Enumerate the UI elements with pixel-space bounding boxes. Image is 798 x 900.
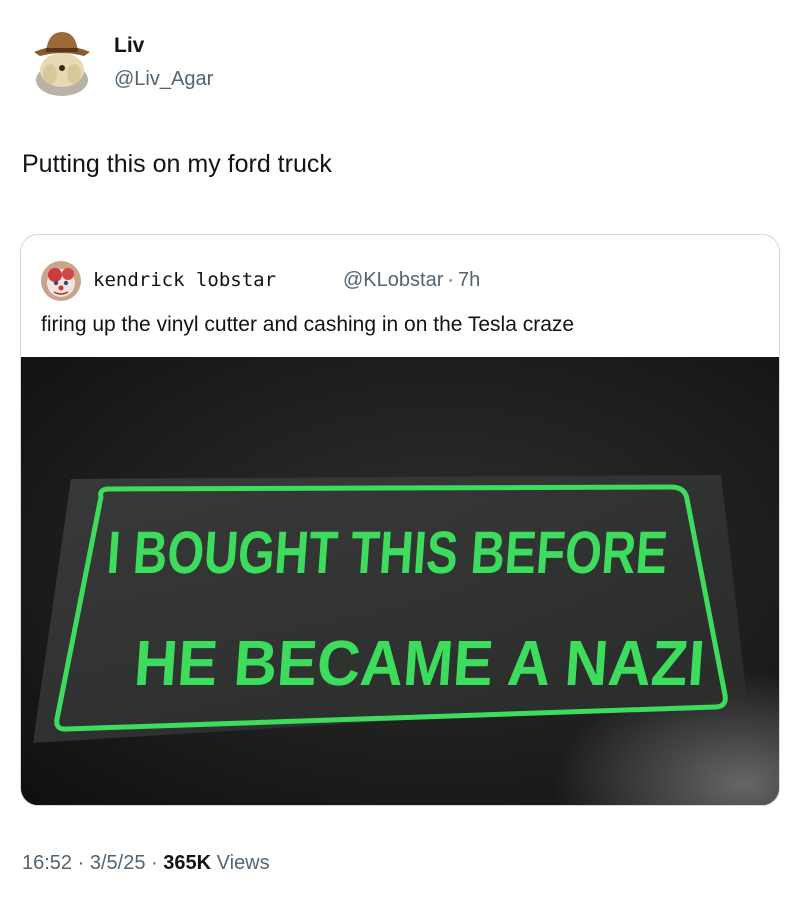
quoted-author-name[interactable]: kendrick lobstar: [93, 269, 276, 291]
quoted-tweet-photo[interactable]: I BOUGHT THIS BEFORE HE BECAME A NAZI: [21, 357, 779, 805]
sticker-line-2: HE BECAME A NAZI: [132, 627, 707, 699]
quoted-author-handle[interactable]: @KLobstar: [343, 269, 443, 291]
author-handle[interactable]: @Liv_Agar: [114, 68, 213, 91]
views-count[interactable]: 365K: [163, 852, 211, 874]
tweet-time[interactable]: 16:52: [22, 852, 72, 874]
author-name[interactable]: Liv: [114, 34, 144, 58]
timestamp-separator: ·: [77, 852, 85, 874]
dog-with-hat-avatar-icon: [22, 22, 102, 102]
tweet-text: Putting this on my ford truck: [22, 150, 332, 178]
tweet-header: Liv @Liv_Agar: [22, 22, 722, 106]
bumper-sticker-photo: I BOUGHT THIS BEFORE HE BECAME A NAZI: [21, 357, 779, 805]
quoted-author-avatar[interactable]: [41, 261, 81, 301]
quoted-tweet-text: firing up the vinyl cutter and cashing i…: [41, 313, 575, 336]
meta-separator: ·: [447, 269, 455, 291]
author-avatar[interactable]: [22, 22, 102, 102]
quoted-tweet-header: kendrick lobstar @KLobstar · 7h: [41, 261, 761, 301]
tweet-timestamp: 16:52 · 3/5/25 · 365K Views: [22, 852, 270, 875]
views-label: Views: [216, 852, 270, 874]
quoted-author-meta: @KLobstar · 7h: [343, 269, 480, 292]
sticker-line-1: I BOUGHT THIS BEFORE: [105, 519, 670, 586]
tweet-date[interactable]: 3/5/25: [90, 852, 146, 874]
quoted-tweet-age[interactable]: 7h: [458, 269, 480, 291]
clown-face-avatar-icon: [41, 261, 81, 301]
quoted-tweet-card[interactable]: kendrick lobstar @KLobstar · 7h firing up …: [20, 234, 780, 806]
timestamp-separator: ·: [151, 852, 158, 874]
